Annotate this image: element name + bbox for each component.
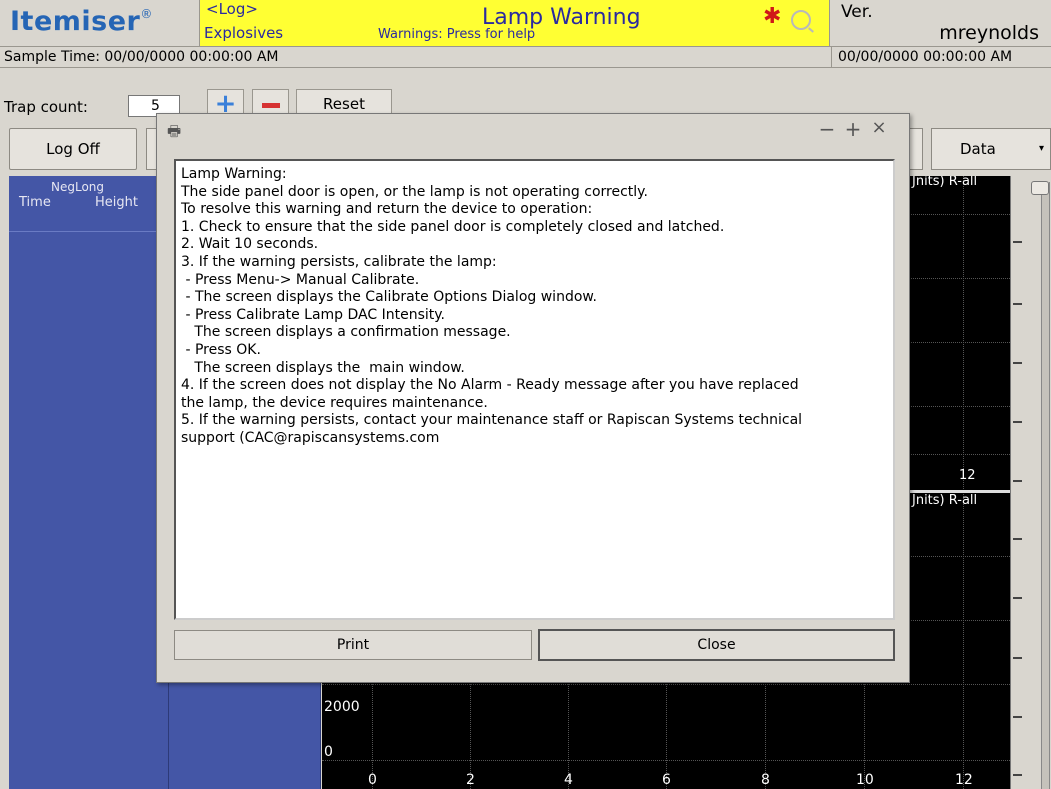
username-label: mreynolds <box>939 22 1039 44</box>
x-tick-label: 4 <box>564 772 573 788</box>
x-tick-label: 6 <box>662 772 671 788</box>
alarm-asterisk-icon: ✱ <box>763 4 782 29</box>
x-tick-label: 0 <box>368 772 377 788</box>
banner-category: Explosives <box>204 24 284 42</box>
help-line: 1. Check to ensure that the side panel d… <box>181 218 725 235</box>
y-tick-label: 0 <box>324 744 333 760</box>
banner-log-label: <Log> <box>206 0 258 18</box>
help-line: 2. Wait 10 seconds. <box>181 236 319 253</box>
help-line: 3. If the warning persists, calibrate th… <box>181 253 497 270</box>
chevron-down-icon: ▾ <box>1038 143 1044 154</box>
search-status-icon <box>791 10 811 30</box>
x-tick-label: 8 <box>761 772 770 788</box>
grid-line <box>322 684 1010 685</box>
help-line: The screen displays a confirmation messa… <box>181 324 511 341</box>
x-tick-label: 10 <box>856 772 874 788</box>
help-line: support (CAC@rapiscansystems.com <box>181 429 440 446</box>
table-group-header: NegLong <box>51 180 105 194</box>
maximize-button[interactable]: + <box>843 117 863 141</box>
grid-line <box>322 760 1010 761</box>
results-table: NegLong Time Height <box>9 176 169 789</box>
slider-track[interactable] <box>1041 182 1050 789</box>
help-line: To resolve this warning and return the d… <box>181 201 593 218</box>
scale-tick <box>1013 480 1022 482</box>
zoom-scale-slider[interactable] <box>1010 176 1051 789</box>
data-dropdown-button[interactable]: Data ▾ <box>931 128 1051 170</box>
app-window: Itemiser® <Log> Explosives Lamp Warning … <box>0 0 1051 789</box>
help-line: - Press Menu-> Manual Calibrate. <box>181 271 420 288</box>
close-button[interactable]: Close <box>538 629 895 661</box>
table-header-divider <box>9 231 169 232</box>
help-line: Lamp Warning: <box>181 166 287 182</box>
warning-banner[interactable]: <Log> Explosives Lamp Warning Warnings: … <box>200 0 830 46</box>
itemiser-logo: Itemiser® <box>10 6 153 37</box>
table-col-height: Height <box>95 195 138 210</box>
scale-tick <box>1013 538 1022 540</box>
help-line: - The screen displays the Calibrate Opti… <box>181 289 598 306</box>
y-tick-label: 2000 <box>324 699 360 715</box>
printer-icon: 🖶 <box>167 122 182 140</box>
scale-tick <box>1013 716 1022 718</box>
version-user-area: Ver. mreynolds <box>831 0 1051 46</box>
scale-tick <box>1013 421 1022 423</box>
help-line: - Press OK. <box>181 341 261 358</box>
status-row: Sample Time: 00/00/0000 00:00:00 AM 00/0… <box>0 46 1051 68</box>
chart-top-value: 12 <box>959 468 976 483</box>
log-off-button[interactable]: Log Off <box>9 128 137 170</box>
help-line: The side panel door is open, or the lamp… <box>181 183 648 200</box>
sample-time: Sample Time: 00/00/0000 00:00:00 AM <box>4 49 279 65</box>
scale-tick <box>1013 362 1022 364</box>
data-button-label: Data <box>960 140 996 158</box>
slider-handle[interactable] <box>1031 181 1049 195</box>
minimize-button[interactable]: − <box>817 117 837 141</box>
version-label: Ver. <box>841 2 873 22</box>
trap-count-label: Trap count: <box>4 98 88 116</box>
current-time: 00/00/0000 00:00:00 AM <box>831 47 1012 68</box>
help-line: The screen displays the main window. <box>181 359 465 376</box>
help-line: 4. If the screen does not display the No… <box>181 377 799 394</box>
chart-bottom-label: Jnits) R-all <box>912 493 978 508</box>
lamp-warning-dialog: 🖶 − + × Lamp Warning: The side panel doo… <box>156 113 910 683</box>
scale-tick <box>1013 774 1022 776</box>
help-text-area[interactable]: Lamp Warning: The side panel door is ope… <box>174 159 895 620</box>
scale-tick <box>1013 597 1022 599</box>
table-col-time: Time <box>19 195 51 210</box>
scale-tick <box>1013 241 1022 243</box>
x-tick-label: 12 <box>955 772 973 788</box>
help-line: - Press Calibrate Lamp DAC Intensity. <box>181 306 445 323</box>
help-line: the lamp, the device requires maintenanc… <box>181 394 488 411</box>
x-tick-label: 2 <box>466 772 475 788</box>
scale-tick <box>1013 657 1022 659</box>
banner-hint: Warnings: Press for help <box>378 27 536 42</box>
logo-area: Itemiser® <box>0 0 200 46</box>
dialog-titlebar[interactable]: 🖶 − + × <box>157 114 909 146</box>
help-line: 5. If the warning persists, contact your… <box>181 412 803 429</box>
chart-top-label: Jnits) R-all <box>912 176 978 189</box>
scale-tick <box>1013 303 1022 305</box>
print-button[interactable]: Print <box>174 630 532 660</box>
close-window-button[interactable]: × <box>869 117 889 138</box>
